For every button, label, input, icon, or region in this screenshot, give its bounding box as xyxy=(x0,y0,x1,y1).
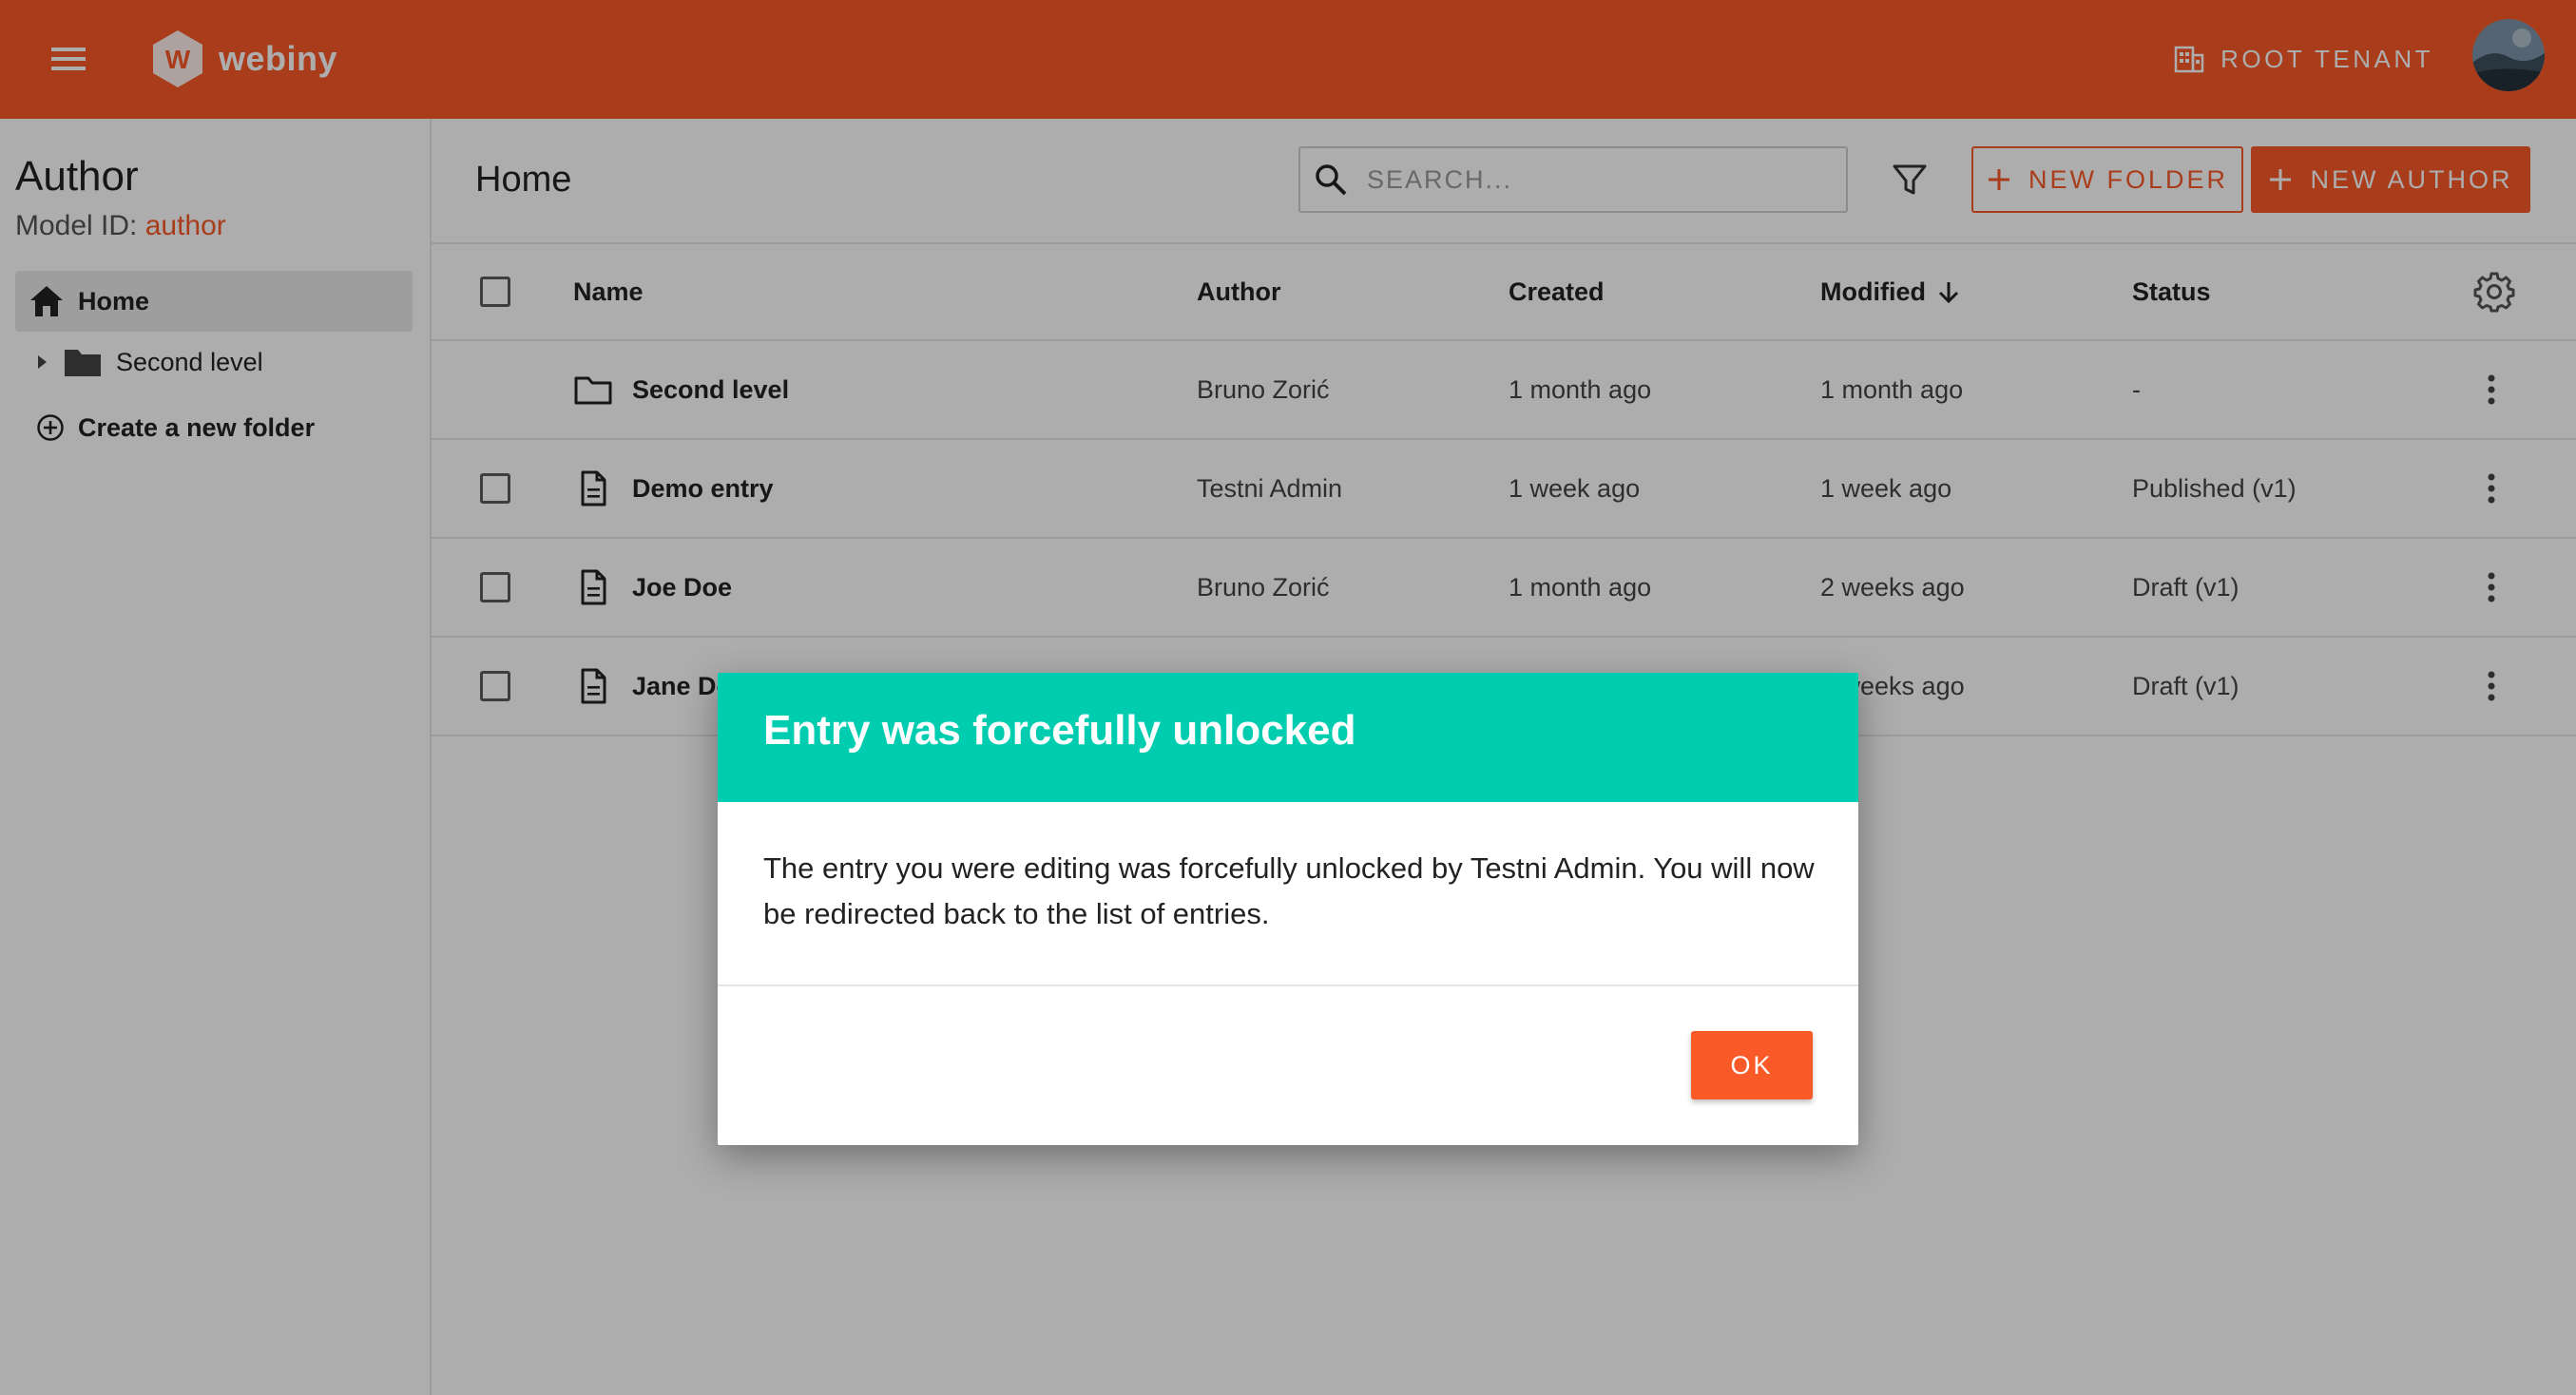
dialog-divider xyxy=(718,984,1858,986)
unlock-dialog: Entry was forcefully unlocked The entry … xyxy=(718,673,1858,1145)
ok-button[interactable]: OK xyxy=(1691,1031,1813,1099)
dialog-message: The entry you were editing was forcefull… xyxy=(763,851,1815,930)
dialog-title: Entry was forcefully unlocked xyxy=(763,707,1356,754)
dialog-header: Entry was forcefully unlocked xyxy=(718,673,1858,802)
